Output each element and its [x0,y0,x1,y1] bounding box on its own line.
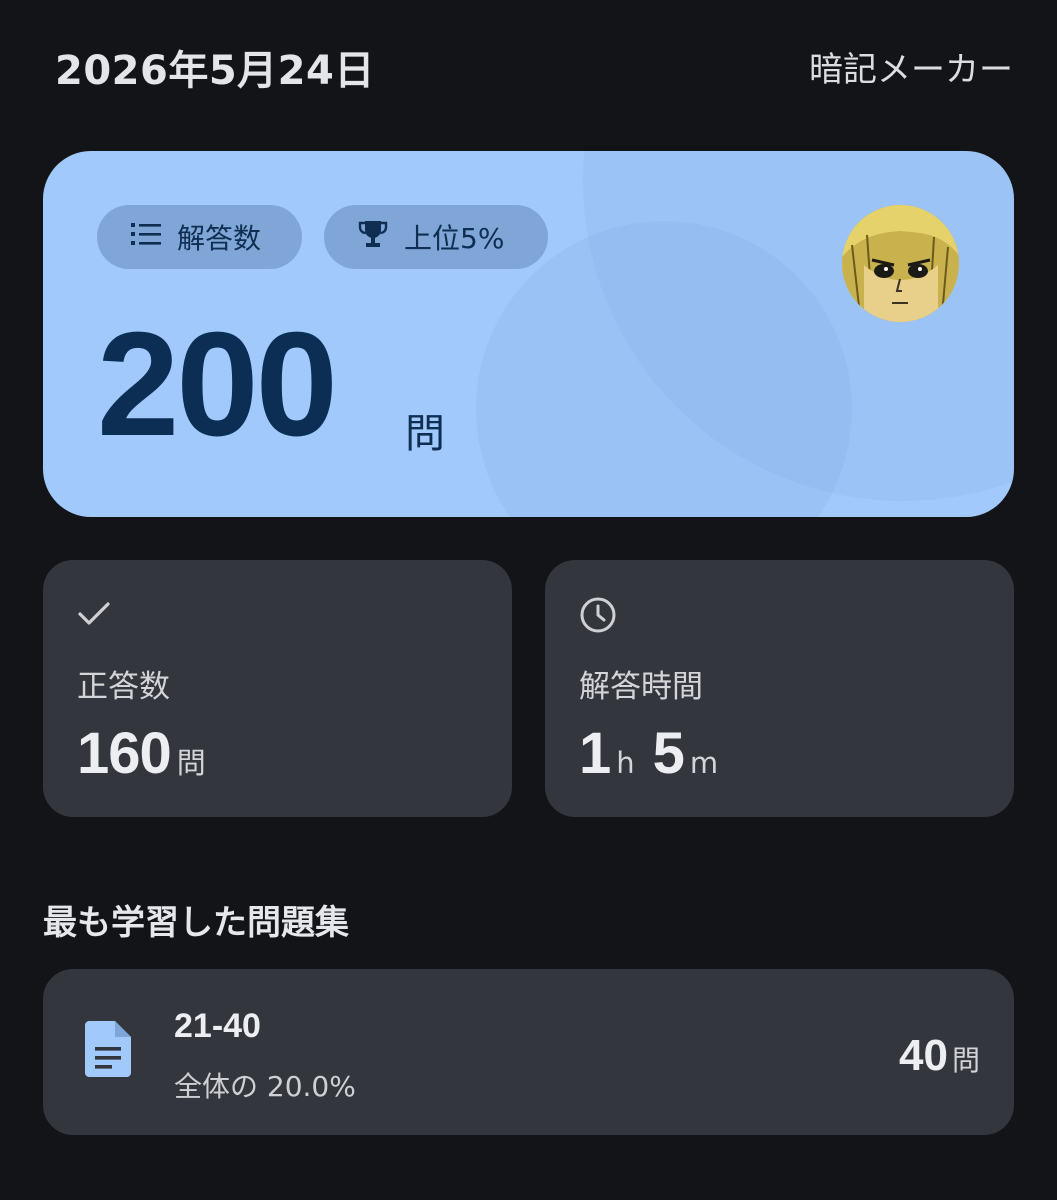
book-count-number: 40 [899,1031,948,1080]
rank-chip-label: 上位5% [404,222,505,255]
answer-time-label: 解答時間 [579,669,703,705]
answer-time-minutes: 5 [652,721,685,786]
correct-answers-value: 160 問 [77,720,206,787]
app-name: 暗記メーカー [809,50,1013,90]
summary-card: 解答数 上位5% 200 問 [43,151,1014,517]
trophy-icon [358,219,404,256]
most-studied-title: 最も学習した問題集 [43,903,349,943]
correct-answers-label: 正答数 [77,669,170,705]
answers-chip[interactable]: 解答数 [97,205,302,269]
total-answers-count: 200 [97,302,338,467]
book-name: 21-40 [174,1007,261,1045]
check-icon [77,596,111,634]
answer-time-card[interactable]: 解答時間 1 h 5 m [545,560,1014,817]
book-count: 40 問 [899,1031,980,1081]
document-icon [85,1021,131,1081]
rank-chip[interactable]: 上位5% [324,205,548,269]
book-share: 全体の 20.0% [174,1070,356,1103]
correct-answers-unit: 問 [176,746,206,780]
list-icon [131,221,177,254]
answer-time-hours-unit: h [616,746,635,780]
most-studied-book-card[interactable]: 21-40 全体の 20.0% 40 問 [43,969,1014,1135]
book-count-unit: 問 [951,1044,980,1077]
correct-answers-card[interactable]: 正答数 160 問 [43,560,512,817]
avatar[interactable] [842,205,959,322]
clock-icon [579,596,617,638]
answer-time-minutes-unit: m [689,746,719,780]
header-date: 2026年5月24日 [55,48,375,94]
answer-time-value: 1 h 5 m [579,720,718,787]
correct-answers-number: 160 [77,721,172,786]
total-answers-unit: 問 [405,411,445,457]
answer-time-hours: 1 [579,721,611,786]
answers-chip-label: 解答数 [177,222,262,255]
